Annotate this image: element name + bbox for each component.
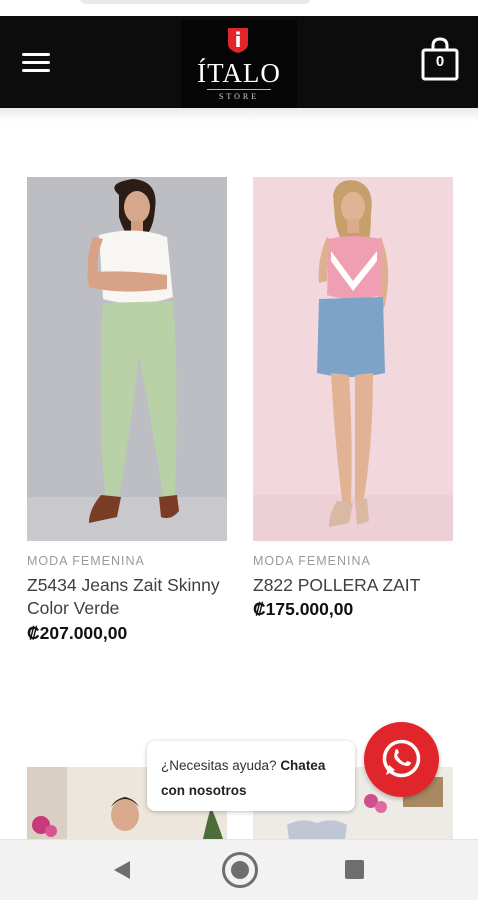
whatsapp-button[interactable] bbox=[364, 722, 439, 797]
site-header: ÍTALO STORE 0 bbox=[0, 16, 478, 108]
product-image[interactable] bbox=[253, 177, 453, 541]
page: ÍTALO STORE 0 MODA FEMENINA Z5434 Jeans … bbox=[0, 0, 478, 900]
hamburger-menu-icon[interactable] bbox=[22, 51, 52, 75]
product-category: MODA FEMENINA bbox=[27, 554, 145, 568]
product-price: ₡207.000,00 bbox=[27, 623, 128, 643]
logo-badge-icon bbox=[228, 28, 248, 53]
cart-count: 0 bbox=[435, 53, 445, 70]
product-name[interactable]: Z822 POLLERA ZAIT bbox=[253, 574, 473, 597]
product-category: MODA FEMENINA bbox=[253, 554, 371, 568]
home-circle-icon[interactable] bbox=[221, 851, 259, 889]
whatsapp-icon bbox=[382, 739, 421, 778]
product-card[interactable]: MODA FEMENINA Z5434 Jeans Zait Skinny Co… bbox=[27, 177, 237, 657]
logo-divider bbox=[207, 89, 271, 90]
back-triangle-icon[interactable] bbox=[112, 860, 132, 880]
logo-subtitle: STORE bbox=[218, 92, 260, 101]
product-image[interactable] bbox=[27, 177, 227, 541]
system-navigation-bar bbox=[0, 839, 478, 900]
address-bar-remnant bbox=[80, 0, 310, 4]
product-name[interactable]: Z5434 Jeans Zait Skinny Color Verde bbox=[27, 574, 247, 620]
cart-button[interactable]: 0 bbox=[421, 37, 459, 81]
store-logo[interactable]: ÍTALO STORE bbox=[181, 20, 297, 108]
product-price: ₡175.000,00 bbox=[253, 599, 354, 619]
recent-apps-square-icon[interactable] bbox=[345, 860, 364, 879]
header-shadow bbox=[0, 108, 478, 122]
product-card[interactable]: MODA FEMENINA Z822 POLLERA ZAIT ₡175.000… bbox=[253, 177, 463, 657]
chat-help-bubble[interactable]: ¿Necesitas ayuda? Chatea con nosotros bbox=[147, 741, 355, 811]
help-text: ¿Necesitas ayuda? bbox=[161, 758, 281, 773]
logo-wordmark: ÍTALO bbox=[197, 58, 281, 88]
